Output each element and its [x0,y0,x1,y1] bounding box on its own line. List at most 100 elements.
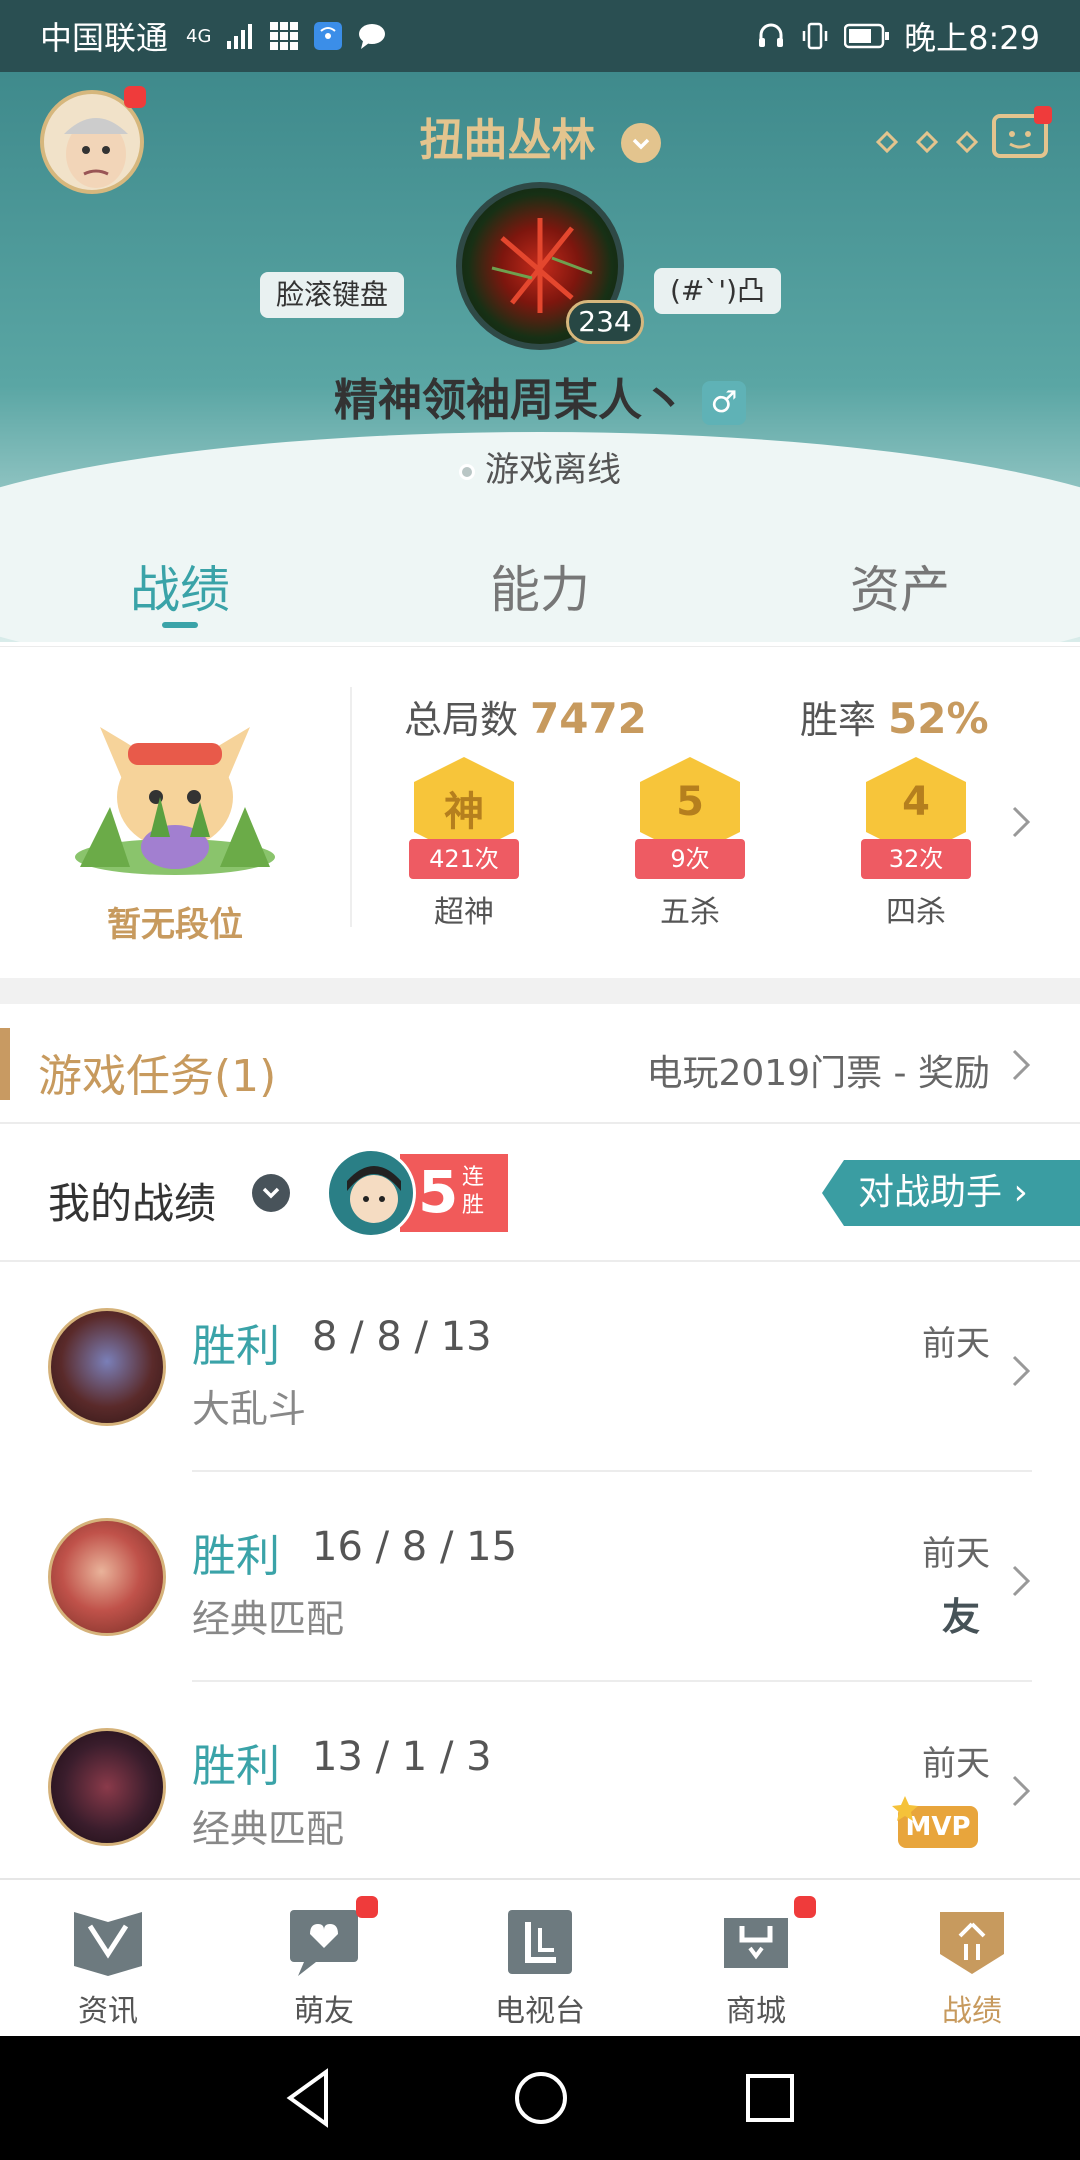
nav-label: 战绩 [942,1994,1002,2029]
win-rate-value: 52% [888,694,989,743]
tag-left[interactable]: 脸滚键盘 [260,272,405,318]
quest-reward: 电玩2019门票 - 奖励 [646,1053,991,1094]
divider [350,687,352,927]
nickname-text: 精神领袖周某人丶 [334,375,686,426]
match-result: 胜利 [192,1741,280,1792]
medal-glyph: 4 [902,779,930,825]
home-icon[interactable] [512,2066,570,2130]
vibrate-icon [802,22,828,50]
medal-glyph: 5 [676,779,704,825]
bottom-nav: 资讯 萌友 电视台 商城 战绩 [0,1878,1080,2036]
news-icon [74,1912,142,1976]
champion-avatar [48,1518,166,1636]
match-row[interactable]: 胜利 13 / 1 / 3 经典匹配 前天 MVP [0,1682,1080,1892]
match-time: 前天 [922,1324,990,1364]
nav-label: 资讯 [78,1994,138,2029]
message-icon [359,24,386,49]
friend-badge: 友 [941,1595,980,1639]
chevron-right-icon: › [1013,1172,1028,1213]
match-kda: 8 / 8 / 13 [312,1314,492,1360]
nav-friends[interactable]: 萌友 [216,1880,432,2036]
match-row[interactable]: 胜利 8 / 8 / 13 大乱斗 前天 [0,1262,1080,1472]
nav-record[interactable]: 战绩 [864,1880,1080,2036]
my-record-title[interactable]: 我的战绩 [48,1170,216,1231]
match-mode: 经典匹配 [192,1807,345,1851]
chevron-right-icon [1012,1565,1031,1597]
match-result: 胜利 [192,1531,280,1582]
battle-assistant-label: 对战助手 [858,1172,1003,1213]
nav-tv[interactable]: 电视台 [432,1880,648,2036]
chevron-right-icon[interactable] [1010,805,1032,839]
my-record-header: 我的战绩 5 连胜 对战助手 › [0,1124,1080,1262]
notification-dot [356,1896,378,1918]
quest-title: 游戏任务(1) [38,1051,277,1102]
match-kda: 16 / 8 / 15 [312,1524,518,1570]
teemo-rank-icon[interactable] [60,687,290,887]
medal-count: 421次 [409,839,519,879]
status-dot-icon [459,463,475,480]
clock: 晚上8:29 [904,19,1040,57]
network-type: 4G [186,25,212,47]
accent-bar [0,1028,10,1100]
tab-record[interactable]: 战绩 [0,540,360,640]
nav-news[interactable]: 资讯 [0,1880,216,2036]
match-mode: 经典匹配 [192,1597,345,1641]
nav-label: 商城 [726,1994,786,2029]
nav-shop[interactable]: 商城 [648,1880,864,2036]
streak-avatar [326,1148,416,1238]
region-name: 扭曲丛林 [419,115,596,166]
total-games-value: 7472 [530,694,647,743]
section-gap [0,978,1080,1004]
chevron-right-icon [1012,1049,1031,1081]
streak-text: 连胜 [462,1165,485,1218]
more-icon[interactable] [872,127,982,157]
headset-icon [759,23,784,47]
tab-ability[interactable]: 能力 [360,540,720,640]
champion-avatar [48,1308,166,1426]
medal-count: 32次 [861,839,971,879]
win-streak-badge: 5 连胜 [400,1154,508,1232]
tag-right[interactable]: (#`')凸 [654,268,782,314]
chevron-right-icon [1012,1355,1031,1387]
record-icon [940,1912,1004,1974]
match-row[interactable]: 胜利 16 / 8 / 15 经典匹配 前天 友 [0,1472,1080,1682]
streak-number: 5 [418,1158,459,1226]
signal-icon [227,24,253,49]
back-icon[interactable] [282,2066,334,2130]
medal-pentakill[interactable]: 5 9次 五杀 [620,757,760,931]
match-kda: 13 / 1 / 3 [312,1734,492,1780]
robot-chat-icon[interactable] [990,106,1054,166]
total-games: 总局数 7472 [404,689,647,744]
nav-label: 电视台 [495,1994,585,2029]
status-text: 游戏离线 [485,450,621,490]
recents-icon[interactable] [744,2066,796,2130]
summary-panel: 暂无段位 总局数 7472 胜率 52% 神 421次 超神 5 9次 五杀 4 3… [0,646,1080,978]
win-rate: 胜率 52% [800,689,989,744]
star-icon [892,1796,918,1821]
grid-app-icon [270,22,299,50]
tab-assets[interactable]: 资产 [720,540,1080,640]
nickname: 精神领袖周某人丶 ♂ [0,364,1080,428]
match-result: 胜利 [192,1321,280,1372]
medal-legendary[interactable]: 神 421次 超神 [394,757,534,931]
match-mode: 大乱斗 [192,1387,307,1431]
chevron-right-icon [1012,1775,1031,1807]
hotspot-icon [314,22,343,50]
match-time: 前天 [922,1534,990,1574]
medal-name: 超神 [434,895,494,930]
medal-glyph: 神 [444,789,484,835]
quest-row[interactable]: 游戏任务(1) 电玩2019门票 - 奖励 [0,1004,1080,1124]
battery-icon [844,23,890,49]
medal-quadrakill[interactable]: 4 32次 四杀 [846,757,986,931]
tab-bar: 战绩 能力 资产 [0,540,1080,640]
status-bar: 中国联通 4G 晚上8:29 [0,0,1080,72]
notification-dot [794,1896,816,1918]
tv-icon [508,1910,572,1974]
battle-assistant-button[interactable]: 对战助手 › [822,1160,1080,1226]
medal-name: 五杀 [660,895,720,930]
medal-count: 9次 [635,839,745,879]
friends-icon [290,1910,358,1976]
carrier-label: 中国联通 [40,19,169,57]
chevron-down-icon[interactable] [252,1174,290,1212]
chevron-down-icon [620,123,661,163]
